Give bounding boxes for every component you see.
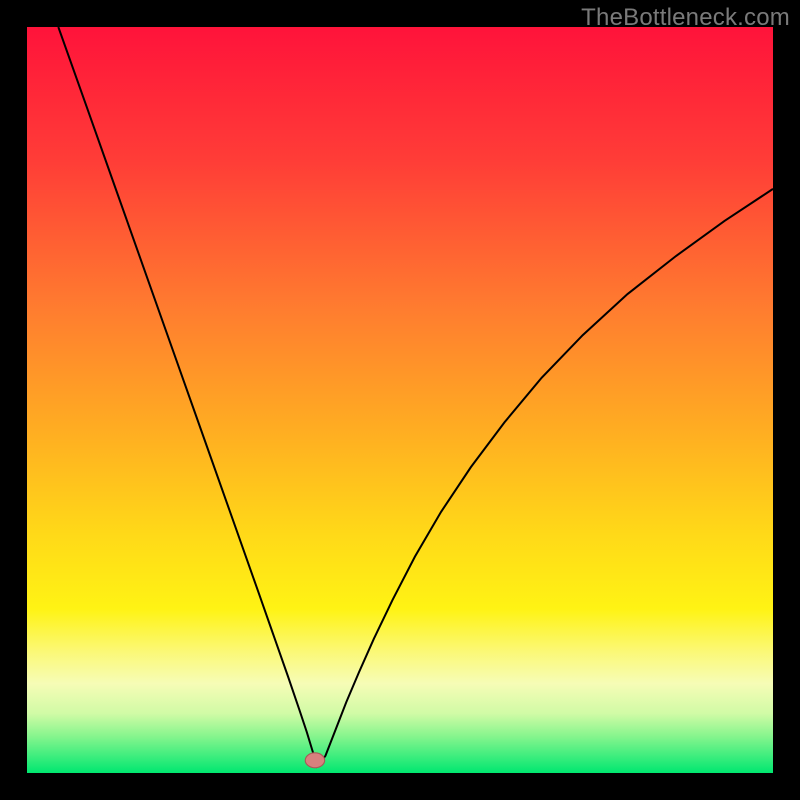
outer-frame: TheBottleneck.com: [0, 0, 800, 800]
optimum-marker: [305, 753, 324, 768]
gradient-background: [27, 27, 773, 773]
chart-canvas: [27, 27, 773, 773]
